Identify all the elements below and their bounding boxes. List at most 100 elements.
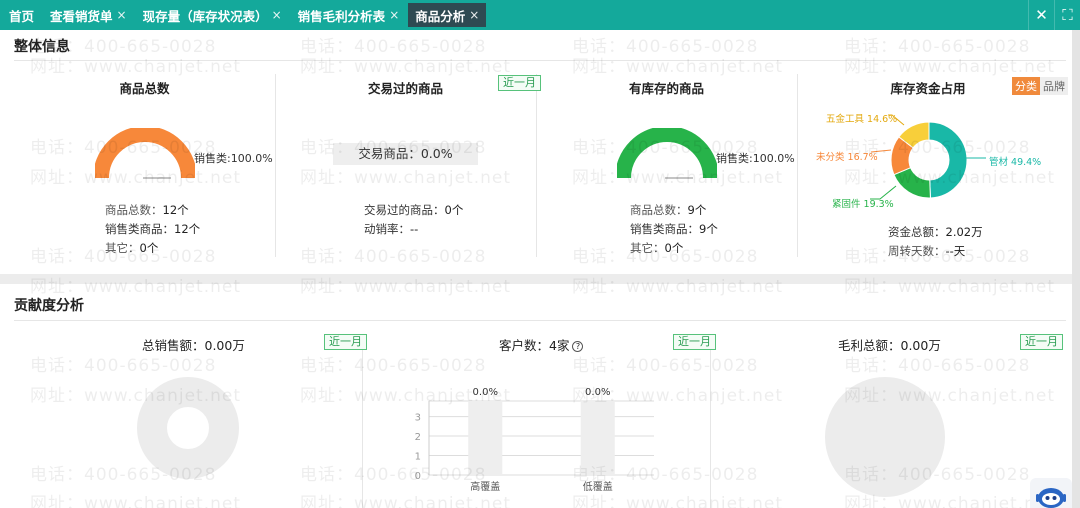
bar-data-label: 0.0% <box>473 387 498 398</box>
card-title-total: 商品总数 <box>119 81 170 96</box>
sales-empty-donut <box>137 377 239 479</box>
customer-count-text: 客户数：4家 <box>499 338 570 353</box>
stat-key: 销售类商品： <box>105 222 174 236</box>
stat-value: 12个 <box>162 203 189 217</box>
period-badge[interactable]: 近一月 <box>324 334 367 350</box>
tab-bar: 首页 查看销货单 × 现存量（库存状况表） × 销售毛利分析表 × 商品分析 × ✕ ⛶ <box>0 0 1080 30</box>
tab-label: 查看销货单 <box>50 8 113 24</box>
divider <box>275 74 276 257</box>
stat-value: 2.02万 <box>945 225 983 239</box>
profit-placeholder-circle <box>825 377 945 497</box>
stat-value: 0个 <box>444 203 464 217</box>
donut-slice-管材[interactable] <box>928 121 968 199</box>
close-icon[interactable]: × <box>389 8 399 22</box>
stat-value: 0个 <box>139 241 159 255</box>
stat-key: 销售类商品： <box>630 222 699 236</box>
donut-label: 管材 49.4% <box>989 157 1042 168</box>
stat-value: 12个 <box>174 222 201 236</box>
placeholder-circle <box>825 377 945 497</box>
divider <box>14 60 1066 61</box>
stat-row: 动销率：-- <box>364 220 463 239</box>
capital-donut-chart <box>890 121 968 199</box>
donut-label: 五金工具 14.6% <box>826 114 898 125</box>
tab-label: 现存量（库存状况表） <box>142 8 268 24</box>
stat-value: --天 <box>945 244 966 258</box>
instock-stats: 商品总数：9个 销售类商品：9个 其它：0个 <box>630 201 718 258</box>
stat-key: 交易过的商品： <box>364 203 445 217</box>
tab-label: 首页 <box>9 8 35 24</box>
stat-key: 动销率： <box>364 222 410 236</box>
donut-ring <box>137 377 239 479</box>
section-title-contribution: 贡献度分析 <box>14 298 84 314</box>
traded-stats: 交易过的商品：0个 动销率：-- <box>364 201 463 239</box>
stat-key: 周转天数： <box>888 244 946 258</box>
stat-row: 商品总数：12个 <box>105 201 200 220</box>
scrollbar[interactable] <box>1072 30 1080 508</box>
help-icon[interactable]: ? <box>572 341 584 352</box>
toggle-brand[interactable]: 品牌 <box>1040 77 1068 95</box>
gauge-label: 销售类:100.0% <box>716 152 795 165</box>
total-gauge <box>95 128 195 179</box>
section-title-overview: 整体信息 <box>14 39 70 55</box>
total-stats: 商品总数：12个 销售类商品：12个 其它：0个 <box>105 201 200 258</box>
stat-value: 9个 <box>699 222 718 236</box>
y-tick-label: 0 <box>415 471 421 482</box>
close-icon[interactable]: × <box>117 8 127 22</box>
close-icon[interactable]: × <box>469 8 479 22</box>
gross-profit-label: 毛利总额：0.00万 <box>838 338 941 353</box>
gauge-arc <box>95 128 195 179</box>
gauge-label: 销售类:100.0% <box>194 152 273 165</box>
divider <box>797 74 798 257</box>
tab-sales-profit[interactable]: 销售毛利分析表 × <box>291 3 407 27</box>
period-badge[interactable]: 近一月 <box>498 75 541 91</box>
traded-ratio-box: 交易商品：0.0% <box>333 143 478 165</box>
tab-home[interactable]: 首页 <box>2 3 41 27</box>
capital-stats: 资金总额：2.02万 周转天数：--天 <box>888 223 983 261</box>
tab-product-analysis[interactable]: 商品分析 × <box>408 3 487 27</box>
card-title-instock: 有库存的商品 <box>628 81 704 96</box>
stat-value: 9个 <box>687 203 707 217</box>
stat-row: 销售类商品：12个 <box>105 220 200 239</box>
divider <box>710 350 711 508</box>
stat-row: 资金总额：2.02万 <box>888 223 983 242</box>
stat-row: 商品总数：9个 <box>630 201 718 220</box>
divider <box>14 320 1066 321</box>
stat-key: 商品总数： <box>630 203 688 217</box>
close-icon[interactable]: × <box>272 8 282 22</box>
stat-value: -- <box>410 222 419 236</box>
donut-label: 未分类 16.7% <box>816 152 878 163</box>
stat-row: 其它：0个 <box>105 239 200 258</box>
stat-row: 交易过的商品：0个 <box>364 201 463 220</box>
stat-key: 其它： <box>105 241 140 255</box>
period-badge[interactable]: 近一月 <box>673 334 716 350</box>
stat-row: 周转天数：--天 <box>888 242 983 261</box>
instock-gauge <box>617 128 717 179</box>
bar-track <box>468 401 503 475</box>
stat-key: 商品总数： <box>105 203 163 217</box>
stat-value: 0个 <box>664 241 684 255</box>
toggle-category[interactable]: 分类 <box>1012 77 1040 95</box>
gauge-arc <box>617 128 717 179</box>
y-tick-label: 2 <box>415 432 421 443</box>
tab-stock-status[interactable]: 现存量（库存状况表） × <box>136 3 289 27</box>
bar-data-label: 0.0% <box>585 387 610 398</box>
bar-track <box>580 401 615 475</box>
stat-key: 资金总额： <box>888 225 946 239</box>
category-brand-toggle: 分类 品牌 <box>1012 77 1068 95</box>
stat-key: 其它： <box>630 241 665 255</box>
tab-view-sales-order[interactable]: 查看销货单 × <box>43 3 134 27</box>
x-tick-label: 低覆盖 <box>583 480 613 493</box>
tab-label: 商品分析 <box>415 8 466 24</box>
total-sales-label: 总销售额：0.00万 <box>142 338 245 353</box>
period-badge[interactable]: 近一月 <box>1020 334 1063 350</box>
customer-coverage-bar-chart: 0 1 2 3 0.0% 高覆盖 0.0% 低覆盖 <box>415 387 654 493</box>
y-tick-label: 1 <box>415 452 421 463</box>
donut-label: 紧固件 19.3% <box>832 199 894 210</box>
close-all-icon[interactable]: ✕ <box>1028 0 1054 30</box>
assistant-robot-button[interactable] <box>1030 478 1072 508</box>
tab-label: 销售毛利分析表 <box>297 8 386 24</box>
customer-count-label: 客户数：4家? <box>499 335 584 354</box>
x-tick-label: 高覆盖 <box>470 480 500 493</box>
fullscreen-icon[interactable]: ⛶ <box>1054 0 1080 30</box>
card-title-traded: 交易过的商品 <box>367 81 443 96</box>
